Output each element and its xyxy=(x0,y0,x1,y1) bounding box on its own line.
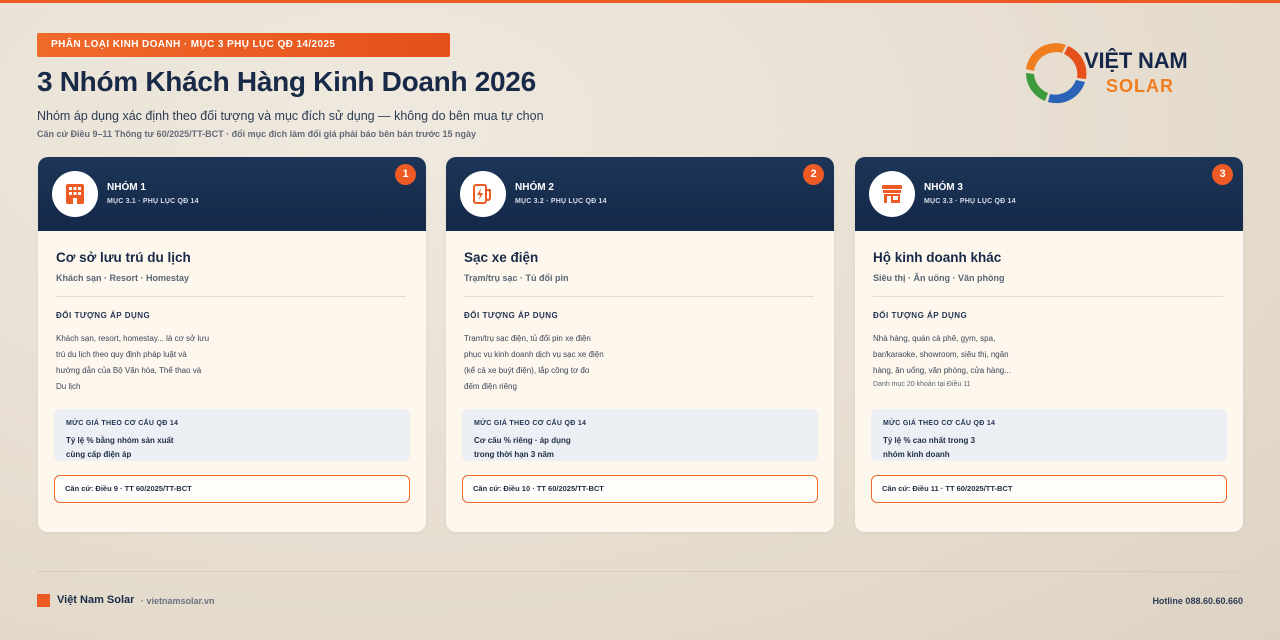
legal-basis: Căn cứ: Điều 10 · TT 60/2025/TT-BCT xyxy=(462,475,818,503)
group-ref: MỤC 3.1 · PHỤ LỤC QĐ 14 xyxy=(107,198,199,205)
card-subtitle: Khách sạn · Resort · Homestay xyxy=(56,273,190,283)
page-subtitle: Nhóm áp dụng xác định theo đối tượng và … xyxy=(37,109,544,123)
legal-basis: Căn cứ: Điều 9 · TT 60/2025/TT-BCT xyxy=(54,475,410,503)
price-box: MỨC GIÁ THEO CƠ CẤU QĐ 14 Cơ cấu % riêng… xyxy=(462,409,818,461)
desc-line: hướng dẫn của Bộ Văn hóa, Thể thao và xyxy=(56,366,202,375)
divider xyxy=(56,296,406,297)
group-card-3: NHÓM 3 MỤC 3.3 · PHỤ LỤC QĐ 14 3 Hộ kinh… xyxy=(855,157,1243,532)
footer-website-link[interactable]: · vietnamsolar.vn xyxy=(141,596,215,606)
price-line: Tỷ lệ % bằng nhóm sản xuất xyxy=(66,436,174,445)
building-icon xyxy=(52,171,98,217)
card-header: NHÓM 3 MỤC 3.3 · PHỤ LỤC QĐ 14 3 xyxy=(855,157,1243,231)
price-box: MỨC GIÁ THEO CƠ CẤU QĐ 14 Tỷ lệ % bằng n… xyxy=(54,409,410,461)
desc-line: đếm điện riêng xyxy=(464,382,517,391)
card-header: NHÓM 1 MỤC 3.1 · PHỤ LỤC QĐ 14 1 xyxy=(38,157,426,231)
desc-line: Trạm/trụ sạc điện, tủ đổi pin xe điện xyxy=(464,334,591,343)
card-description: Khách sạn, resort, homestay... là cơ sở … xyxy=(56,331,246,395)
price-text: Tỷ lệ % cao nhất trong 3 nhóm kinh doanh xyxy=(883,434,1043,462)
logo-wordmark: VIỆT NAM xyxy=(1084,48,1188,73)
card-description: Nhà hàng, quán cà phê, gym, spa, bar/kar… xyxy=(873,331,1063,379)
desc-line: Nhà hàng, quán cà phê, gym, spa, xyxy=(873,334,996,343)
group-card-2: NHÓM 2 MỤC 3.2 · PHỤ LỤC QĐ 14 2 Sạc xe … xyxy=(446,157,834,532)
price-line: Tỷ lệ % cao nhất trong 3 xyxy=(883,436,976,445)
footer-brand: Việt Nam Solar xyxy=(57,594,135,606)
price-text: Tỷ lệ % bằng nhóm sản xuất cùng cấp điện… xyxy=(66,434,226,462)
group-number-badge: 3 xyxy=(1212,164,1233,185)
price-heading: MỨC GIÁ THEO CƠ CẤU QĐ 14 xyxy=(66,420,179,427)
desc-line: Du lịch xyxy=(56,382,81,391)
category-tag: PHÂN LOẠI KINH DOANH · MỤC 3 PHỤ LỤC QĐ … xyxy=(37,33,450,57)
desc-line: (kể cả xe buýt điện), lắp công tơ đo xyxy=(464,366,590,375)
group-number-badge: 2 xyxy=(803,164,824,185)
desc-line: trú du lịch theo quy định pháp luật và xyxy=(56,350,187,359)
card-title: Sạc xe điện xyxy=(464,250,539,265)
top-accent-line xyxy=(0,0,1280,3)
price-heading: MỨC GIÁ THEO CƠ CẤU QĐ 14 xyxy=(883,420,996,427)
group-card-1: NHÓM 1 MỤC 3.1 · PHỤ LỤC QĐ 14 1 Cơ sở l… xyxy=(38,157,426,532)
card-title: Cơ sở lưu trú du lịch xyxy=(56,250,191,265)
card-header: NHÓM 2 MỤC 3.2 · PHỤ LỤC QĐ 14 2 xyxy=(446,157,834,231)
desc-line: bar/karaoke, showroom, siêu thị, ngân xyxy=(873,350,1009,359)
price-line: nhóm kinh doanh xyxy=(883,450,950,459)
legal-note: Căn cứ Điều 9–11 Thông tư 60/2025/TT-BCT… xyxy=(37,129,477,139)
group-ref: MỤC 3.2 · PHỤ LỤC QĐ 14 xyxy=(515,198,607,205)
card-subtitle: Trạm/trụ sạc · Tủ đổi pin xyxy=(464,273,569,283)
ev-charging-icon xyxy=(460,171,506,217)
legal-basis: Căn cứ: Điều 11 · TT 60/2025/TT-BCT xyxy=(871,475,1227,503)
price-line: Cơ cấu % riêng · áp dụng xyxy=(474,436,571,445)
storefront-icon xyxy=(869,171,915,217)
logo-subword: SOLAR xyxy=(1106,76,1174,96)
price-line: trong thời hạn 3 năm xyxy=(474,450,554,459)
group-label: NHÓM 2 xyxy=(515,182,554,193)
divider xyxy=(873,296,1223,297)
section-heading: ĐỐI TƯỢNG ÁP DỤNG xyxy=(873,311,968,320)
group-label: NHÓM 3 xyxy=(924,182,963,193)
price-box: MỨC GIÁ THEO CƠ CẤU QĐ 14 Tỷ lệ % cao nh… xyxy=(871,409,1227,461)
group-ref: MỤC 3.3 · PHỤ LỤC QĐ 14 xyxy=(924,198,1016,205)
price-line: cùng cấp điện áp xyxy=(66,450,132,459)
footer-brand-square-icon xyxy=(37,594,50,607)
card-subtitle: Siêu thị · Ăn uống · Văn phòng xyxy=(873,273,1005,283)
group-label: NHÓM 1 xyxy=(107,182,146,193)
section-heading: ĐỐI TƯỢNG ÁP DỤNG xyxy=(464,311,559,320)
card-title: Hộ kinh doanh khác xyxy=(873,250,1002,265)
group-number-badge: 1 xyxy=(395,164,416,185)
desc-line: Khách sạn, resort, homestay... là cơ sở … xyxy=(56,334,210,343)
card-extra-note: Danh mục 20 khoản tại Điều 11 xyxy=(873,381,971,388)
section-heading: ĐỐI TƯỢNG ÁP DỤNG xyxy=(56,311,151,320)
page-title: 3 Nhóm Khách Hàng Kinh Doanh 2026 xyxy=(37,66,536,97)
desc-line: hàng, ăn uống, văn phòng, cửa hàng... xyxy=(873,366,1011,375)
price-text: Cơ cấu % riêng · áp dụng trong thời hạn … xyxy=(474,434,634,462)
footer-hotline[interactable]: Hotline 088.60.60.660 xyxy=(1152,596,1243,606)
card-description: Trạm/trụ sạc điện, tủ đổi pin xe điện ph… xyxy=(464,331,654,395)
desc-line: phục vụ kinh doanh dịch vụ sạc xe điện xyxy=(464,350,604,359)
divider xyxy=(464,296,814,297)
footer-divider xyxy=(37,571,1243,572)
price-heading: MỨC GIÁ THEO CƠ CẤU QĐ 14 xyxy=(474,420,587,427)
